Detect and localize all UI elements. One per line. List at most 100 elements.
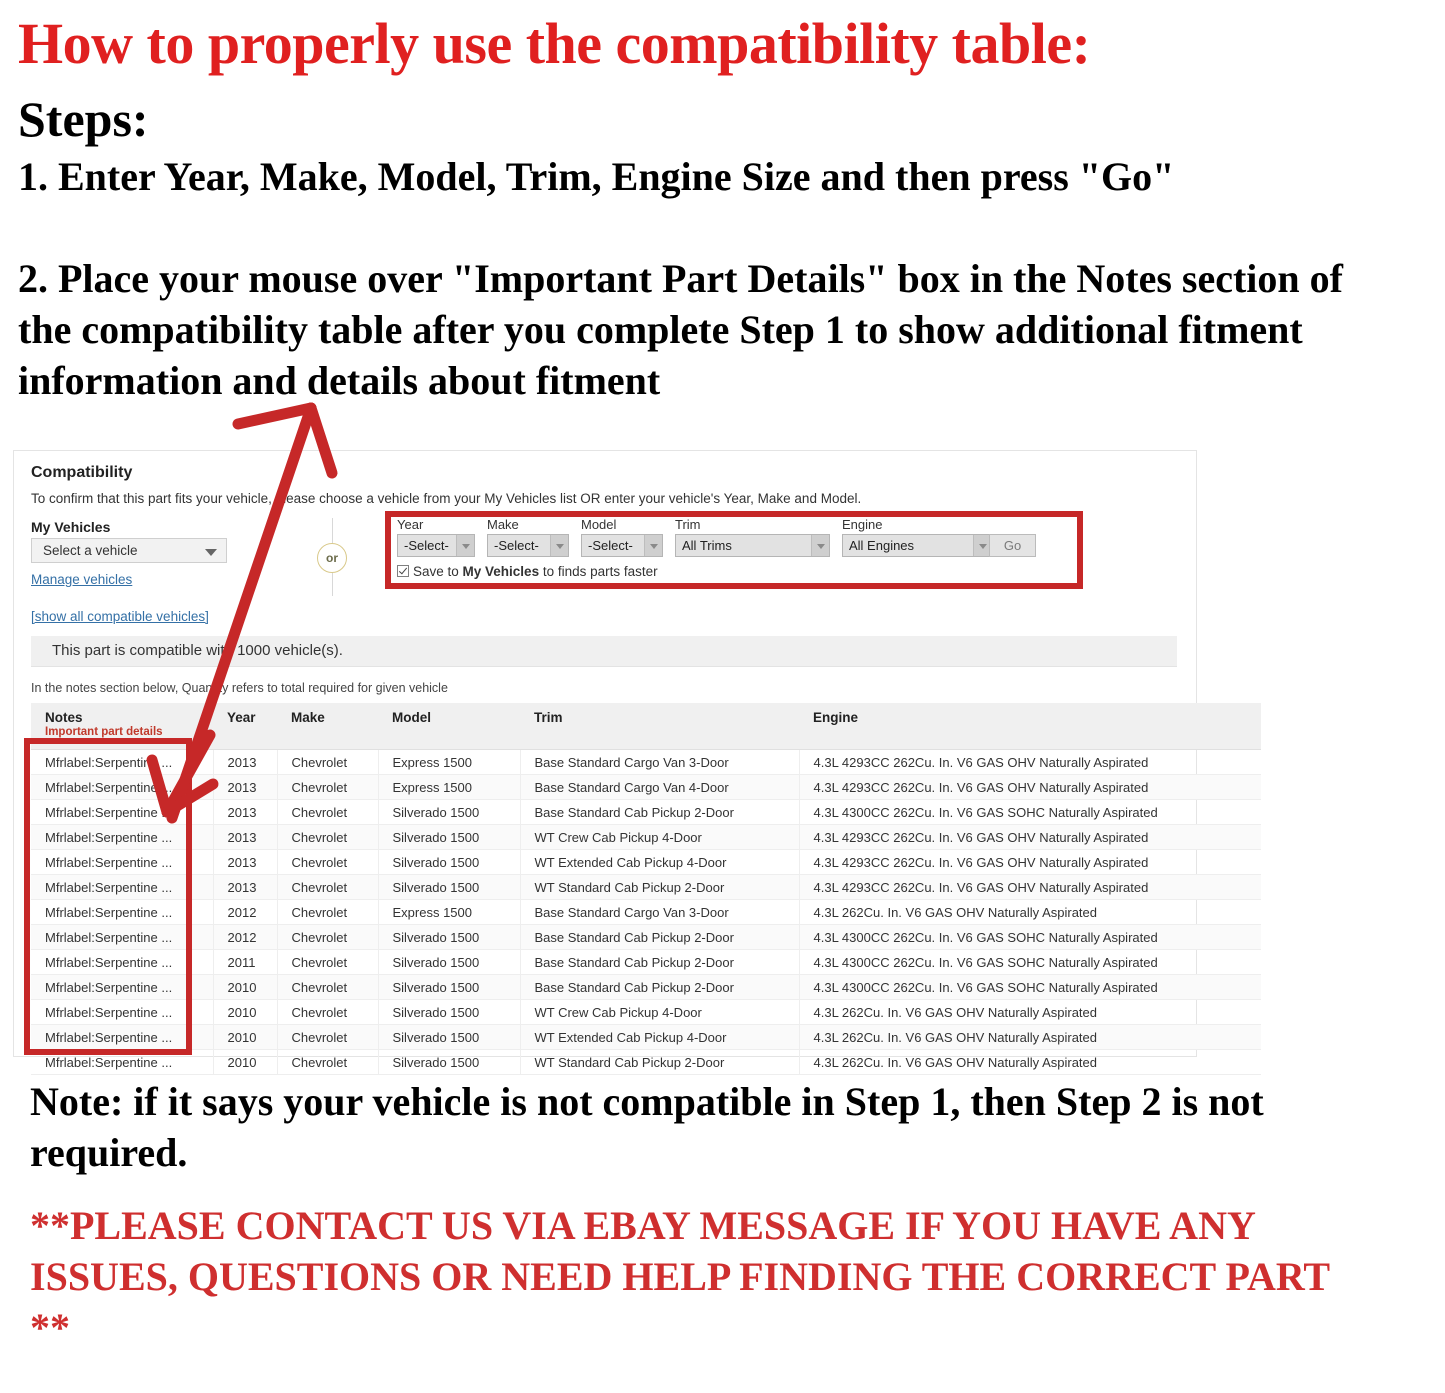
cell-model: Silverado 1500 (378, 799, 521, 825)
bottom-note-text: Note: if it says your vehicle is not com… (30, 1079, 1264, 1176)
table-row: Mfrlabel:Serpentine ... 2010 Chevrolet Silv… (31, 974, 1261, 1000)
cell-model: Silverado 1500 (378, 824, 521, 850)
cell-trim: WT Extended Cab Pickup 4-Door (520, 1024, 800, 1050)
cell-year: 2010 (213, 974, 278, 1000)
chevron-down-icon (205, 549, 217, 556)
cell-year: 2012 (213, 899, 278, 925)
go-button[interactable]: Go (989, 534, 1036, 557)
column-header-year: Year (213, 703, 277, 750)
cell-model: Express 1500 (378, 899, 521, 925)
cell-model: Silverado 1500 (378, 974, 521, 1000)
cell-make: Chevrolet (277, 774, 379, 800)
finder-value-engine: All Engines (849, 538, 915, 553)
cell-notes[interactable]: Mfrlabel:Serpentine ... (31, 974, 214, 1000)
table-row: Mfrlabel:Serpentine ... 2013 Chevrolet Expr… (31, 774, 1261, 800)
show-all-compatible-vehicles-link[interactable]: [show all compatible vehicles] (31, 609, 209, 624)
cell-make: Chevrolet (277, 1024, 379, 1050)
finder-label-make: Make (487, 517, 519, 532)
compatibility-result-banner: This part is compatible with 1000 vehicl… (31, 636, 1177, 667)
cell-make: Chevrolet (277, 949, 379, 975)
cell-trim: Base Standard Cab Pickup 2-Door (520, 799, 800, 825)
cell-trim: Base Standard Cab Pickup 2-Door (520, 949, 800, 975)
cell-notes[interactable]: Mfrlabel:Serpentine ... (31, 1049, 214, 1075)
chevron-down-icon (811, 535, 829, 556)
cell-notes[interactable]: Mfrlabel:Serpentine ... (31, 949, 214, 975)
manage-vehicles-link[interactable]: Manage vehicles (31, 572, 132, 587)
finder-field-model: Model -Select- (581, 517, 663, 557)
cell-notes[interactable]: Mfrlabel:Serpentine ... (31, 849, 214, 875)
compatibility-subtitle: To confirm that this part fits your vehi… (31, 491, 862, 506)
table-row: Mfrlabel:Serpentine ... 2012 Chevrolet Silv… (31, 924, 1261, 950)
column-header-engine: Engine (799, 703, 1261, 750)
cell-trim: WT Crew Cab Pickup 4-Door (520, 824, 800, 850)
steps-label: Steps: (18, 91, 149, 147)
table-row: Mfrlabel:Serpentine ... 2013 Chevrolet Silv… (31, 849, 1261, 875)
cell-year: 2010 (213, 1049, 278, 1075)
column-header-notes-label: Notes (45, 710, 83, 725)
cell-year: 2013 (213, 874, 278, 900)
cell-notes[interactable]: Mfrlabel:Serpentine ... (31, 999, 214, 1025)
compatibility-result-text: This part is compatible with 1000 vehicl… (52, 642, 343, 659)
column-header-model: Model (378, 703, 520, 750)
cell-make: Chevrolet (277, 874, 379, 900)
cell-trim: Base Standard Cab Pickup 2-Door (520, 974, 800, 1000)
cell-engine: 4.3L 4300CC 262Cu. In. V6 GAS SOHC Natur… (799, 974, 1261, 1000)
finder-select-engine[interactable]: All Engines (842, 534, 992, 557)
cell-trim: Base Standard Cab Pickup 2-Door (520, 924, 800, 950)
cell-engine: 4.3L 4300CC 262Cu. In. V6 GAS SOHC Natur… (799, 799, 1261, 825)
cell-engine: 4.3L 4293CC 262Cu. In. V6 GAS OHV Natura… (799, 824, 1261, 850)
cell-trim: Base Standard Cargo Van 3-Door (520, 749, 800, 775)
cell-year: 2010 (213, 999, 278, 1025)
cell-make: Chevrolet (277, 799, 379, 825)
table-header-row: Notes Important part details Year Make M… (31, 703, 1261, 750)
table-row: Mfrlabel:Serpentine ... 2010 Chevrolet Silv… (31, 999, 1261, 1025)
finder-select-make[interactable]: -Select- (487, 534, 569, 557)
cell-notes[interactable]: Mfrlabel:Serpentine ... (31, 924, 214, 950)
cell-engine: 4.3L 262Cu. In. V6 GAS OHV Naturally Asp… (799, 1049, 1261, 1075)
finder-field-year: Year -Select- (397, 517, 475, 557)
table-row: Mfrlabel:Serpentine ... 2013 Chevrolet Silv… (31, 799, 1261, 825)
chevron-down-icon (644, 535, 662, 556)
cell-notes[interactable]: Mfrlabel:Serpentine ... (31, 749, 214, 775)
cell-make: Chevrolet (277, 924, 379, 950)
save-prefix-text: Save to (413, 564, 463, 579)
cell-year: 2010 (213, 1024, 278, 1050)
save-strong-text: My Vehicles (462, 564, 540, 579)
finder-select-year[interactable]: -Select- (397, 534, 475, 557)
check-icon[interactable] (397, 565, 409, 577)
table-row: Mfrlabel:Serpentine ... 2010 Chevrolet Silv… (31, 1049, 1261, 1075)
page-title: How to properly use the compatibility ta… (18, 11, 1091, 76)
cell-year: 2013 (213, 774, 278, 800)
cell-trim: WT Extended Cab Pickup 4-Door (520, 849, 800, 875)
finder-value-trim: All Trims (682, 538, 732, 553)
cell-notes[interactable]: Mfrlabel:Serpentine ... (31, 799, 214, 825)
contact-us-note: **PLEASE CONTACT US VIA EBAY MESSAGE IF … (30, 1203, 1330, 1351)
cell-notes[interactable]: Mfrlabel:Serpentine ... (31, 899, 214, 925)
column-header-trim: Trim (520, 703, 799, 750)
cell-engine: 4.3L 4293CC 262Cu. In. V6 GAS OHV Natura… (799, 874, 1261, 900)
compatibility-table: Notes Important part details Year Make M… (31, 703, 1261, 1075)
compatibility-heading: Compatibility (31, 464, 133, 481)
cell-notes[interactable]: Mfrlabel:Serpentine ... (31, 774, 214, 800)
cell-trim: WT Standard Cab Pickup 2-Door (520, 874, 800, 900)
compatibility-panel: Compatibility To confirm that this part … (13, 450, 1261, 1075)
cell-make: Chevrolet (277, 824, 379, 850)
cell-year: 2011 (213, 949, 278, 975)
table-row: Mfrlabel:Serpentine ... 2010 Chevrolet Silv… (31, 1024, 1261, 1050)
finder-select-trim[interactable]: All Trims (675, 534, 830, 557)
cell-notes[interactable]: Mfrlabel:Serpentine ... (31, 824, 214, 850)
cell-notes[interactable]: Mfrlabel:Serpentine ... (31, 1024, 214, 1050)
cell-model: Silverado 1500 (378, 849, 521, 875)
chevron-down-icon (456, 535, 474, 556)
cell-year: 2012 (213, 924, 278, 950)
cell-model: Silverado 1500 (378, 874, 521, 900)
finder-label-trim: Trim (675, 517, 701, 532)
my-vehicles-select[interactable]: Select a vehicle (31, 538, 227, 563)
cell-engine: 4.3L 262Cu. In. V6 GAS OHV Naturally Asp… (799, 999, 1261, 1025)
cell-model: Silverado 1500 (378, 949, 521, 975)
finder-label-engine: Engine (842, 517, 883, 532)
finder-select-model[interactable]: -Select- (581, 534, 663, 557)
cell-make: Chevrolet (277, 749, 379, 775)
cell-notes[interactable]: Mfrlabel:Serpentine ... (31, 874, 214, 900)
save-to-my-vehicles-row[interactable]: Save to My Vehicles to finds parts faste… (397, 564, 658, 579)
